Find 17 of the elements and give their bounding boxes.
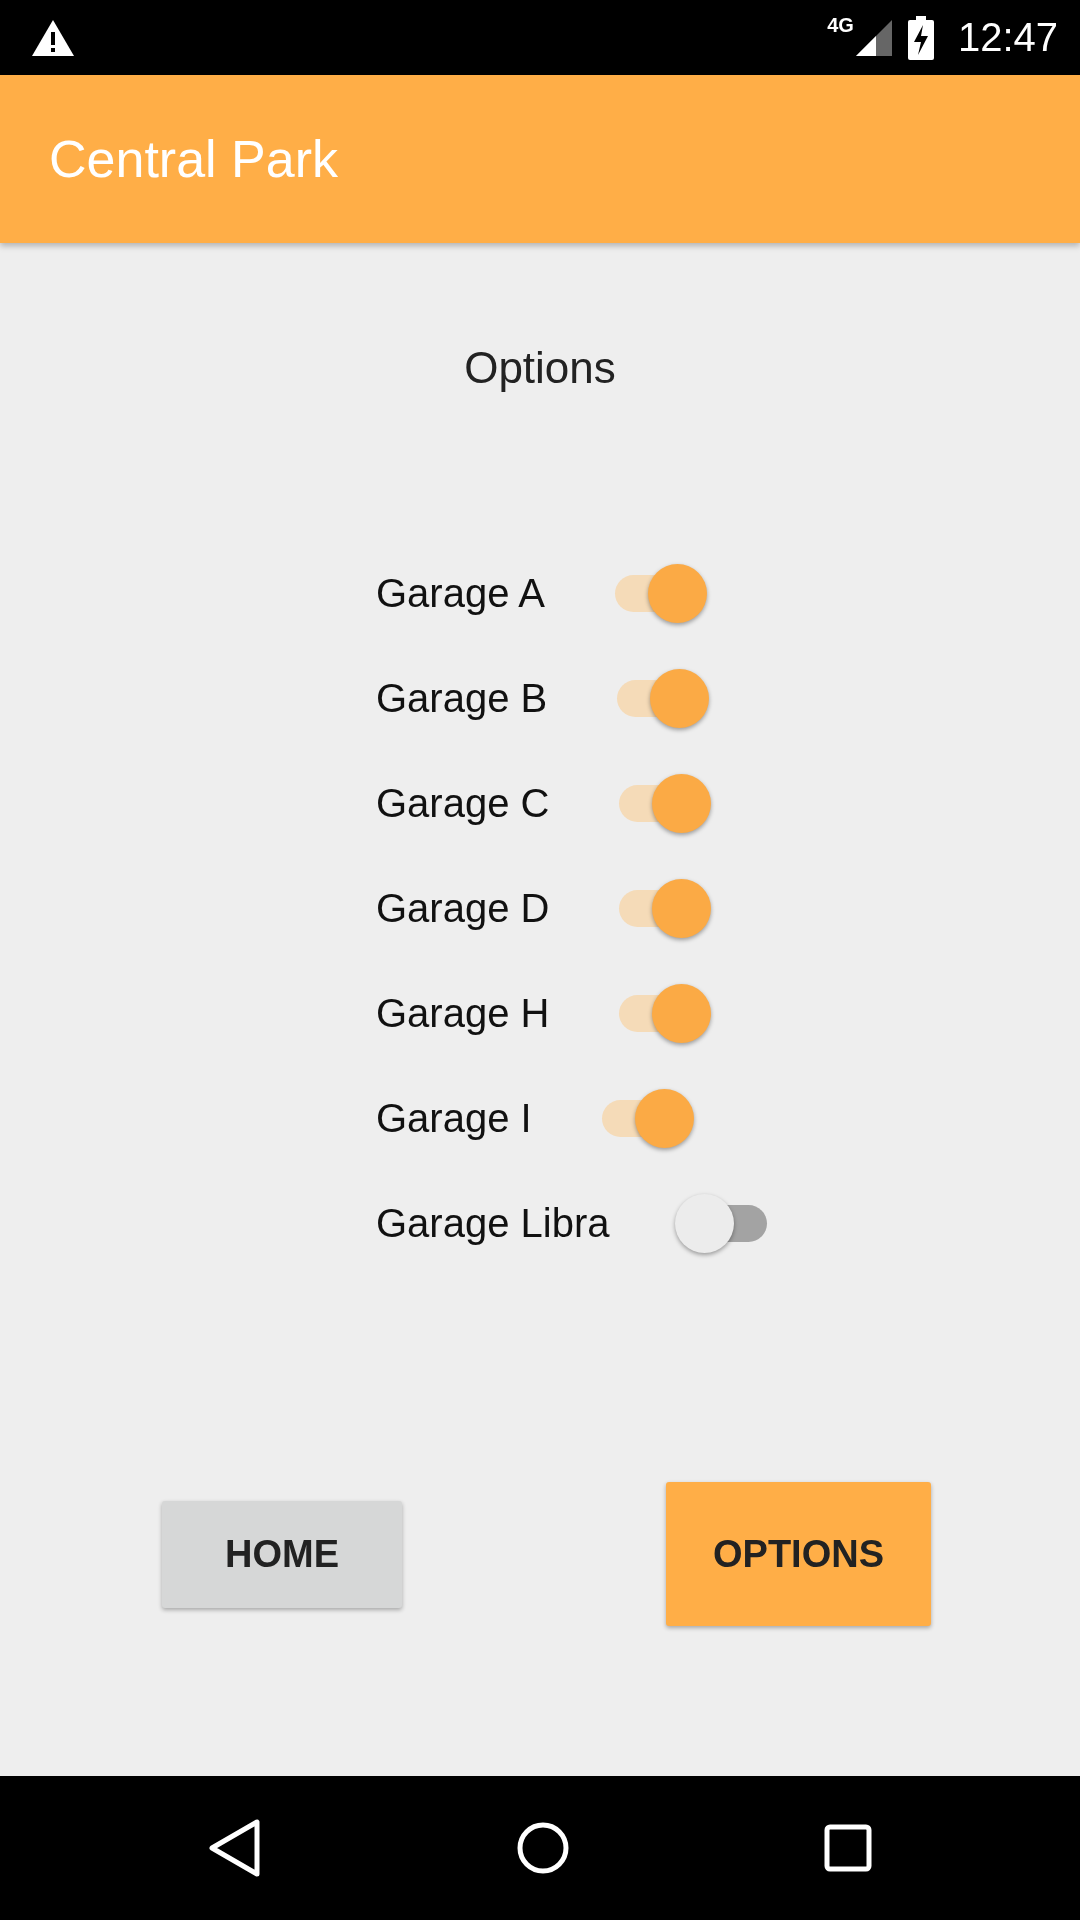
garage-label: Garage B <box>376 676 548 721</box>
battery-charging-icon <box>907 15 934 60</box>
app-title: Central Park <box>49 129 338 189</box>
garage-label: Garage Libra <box>376 1201 610 1246</box>
nav-button[interactable]: HOME <box>162 1500 402 1608</box>
nav-button[interactable]: OPTIONS <box>666 1482 931 1626</box>
garage-label: Garage D <box>376 886 550 931</box>
page-heading: Options <box>464 343 616 393</box>
recents-icon[interactable] <box>823 1823 874 1873</box>
garage-label: Garage I <box>376 1096 532 1141</box>
garage-label: Garage C <box>376 781 550 826</box>
clock: 12:47 <box>957 15 1058 60</box>
home-icon[interactable] <box>516 1821 570 1875</box>
garage-label: Garage A <box>376 571 545 616</box>
network-type: 4G <box>827 14 854 37</box>
back-icon[interactable] <box>206 1818 263 1878</box>
garage-label: Garage H <box>376 991 550 1036</box>
